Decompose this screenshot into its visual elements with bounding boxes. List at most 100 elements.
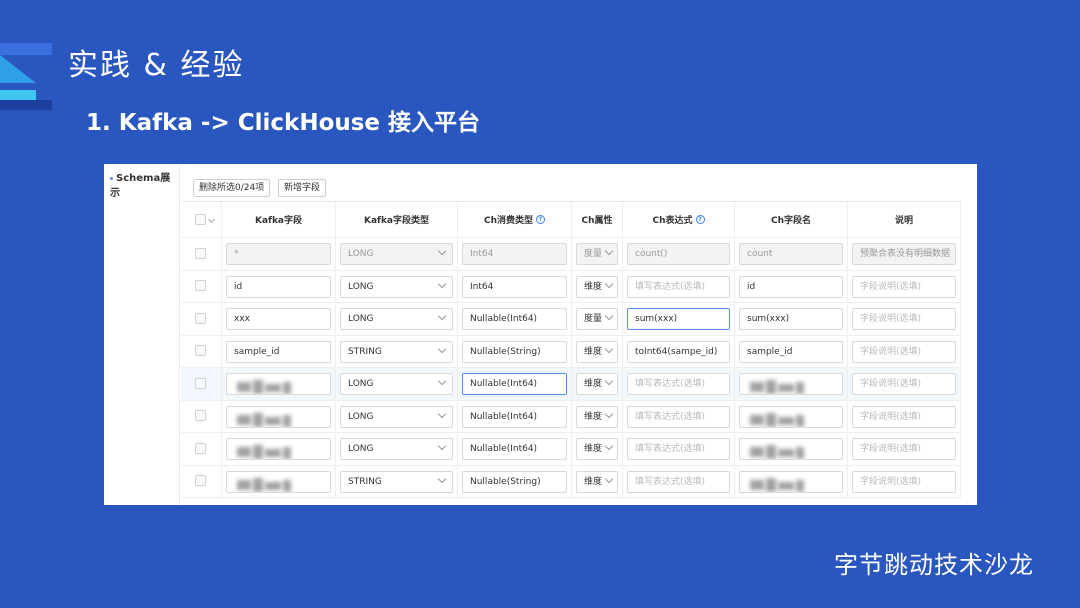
row-checkbox[interactable] (195, 345, 206, 357)
cell-value: count() (635, 249, 668, 259)
ch-expr-input[interactable]: toInt64(sampe_id) (627, 340, 730, 363)
ch-expr-input[interactable]: 填写表达式(选填) (627, 470, 730, 493)
ch-name-input[interactable] (739, 470, 843, 493)
row-checkbox[interactable] (195, 247, 206, 259)
header-cell: Ch表达式? (623, 202, 735, 237)
desc-input[interactable]: 字段说明(选填) (852, 275, 956, 298)
section-label[interactable]: Schema展示 (110, 169, 179, 199)
help-icon[interactable]: ? (695, 215, 705, 224)
ch-attr-select[interactable]: 维度 (576, 470, 618, 493)
kafka-type-select[interactable]: LONG (340, 243, 453, 265)
desc-input[interactable]: 字段说明(选填) (852, 308, 956, 330)
kafka-type-select[interactable]: LONG (340, 438, 453, 460)
ch-name-input[interactable] (739, 438, 843, 460)
ch-type-input[interactable]: Nullable(String) (462, 340, 567, 363)
ch-attr-select[interactable]: 维度 (576, 405, 618, 428)
ch-name-input[interactable]: sample_id (739, 340, 843, 363)
add-field-button[interactable]: 新增字段 (278, 179, 327, 197)
table-cell: 维度 (572, 368, 623, 400)
ch-name-input[interactable]: count (739, 243, 843, 265)
desc-input[interactable]: 字段说明(选填) (852, 373, 956, 395)
cell-value: LONG (348, 249, 374, 259)
chevron-down-icon (604, 311, 614, 321)
row-checkbox[interactable] (195, 280, 206, 292)
row-checkbox[interactable] (195, 442, 206, 454)
ch-type-input[interactable]: Int64 (462, 243, 567, 265)
help-icon[interactable]: ? (536, 215, 545, 224)
desc-input[interactable]: 字段说明(选填) (852, 405, 956, 428)
ch-expr-input[interactable]: 填写表达式(选填) (627, 405, 730, 428)
table-cell: STRING (336, 335, 458, 367)
ch-expr-input[interactable]: count() (627, 243, 730, 265)
cell-value: Int64 (470, 249, 494, 259)
ch-attr-select[interactable]: 维度 (576, 275, 618, 298)
cell-value: 字段说明(选填) (860, 444, 922, 454)
desc-input[interactable]: 字段说明(选填) (852, 438, 956, 460)
cell-value: LONG (348, 379, 374, 389)
desc-input[interactable]: 预聚合表没有明细数据 (852, 243, 956, 265)
kafka-field-input[interactable]: * (226, 243, 331, 265)
ch-type-input[interactable]: Nullable(Int64) (462, 405, 567, 428)
delete-selected-button[interactable]: 删除所选0/24项 (193, 179, 271, 197)
ch-type-input[interactable]: Nullable(Int64) (462, 373, 567, 395)
chevron-down-icon (604, 441, 614, 451)
chevron-down-icon (437, 441, 447, 451)
kafka-type-select[interactable]: LONG (340, 373, 453, 395)
ch-name-input[interactable]: id (739, 275, 843, 298)
ch-attr-select[interactable]: 度量 (576, 243, 618, 265)
cell-value: 字段说明(选填) (860, 281, 922, 292)
ch-attr-select[interactable]: 维度 (576, 438, 618, 460)
desc-input[interactable]: 字段说明(选填) (852, 340, 956, 363)
kafka-type-select[interactable]: STRING (340, 470, 453, 493)
table-cell: 预聚合表没有明细数据 (848, 238, 961, 270)
ch-expr-input[interactable]: 填写表达式(选填) (627, 438, 730, 460)
table-cell: 维度 (572, 270, 623, 302)
ch-expr-input[interactable]: sum(xxx) (627, 308, 730, 330)
ch-attr-select[interactable]: 维度 (576, 340, 618, 363)
ch-type-input[interactable]: Nullable(Int64) (462, 308, 567, 330)
kafka-type-select[interactable]: LONG (340, 405, 453, 428)
ch-expr-input[interactable]: 填写表达式(选填) (627, 275, 730, 298)
row-checkbox[interactable] (195, 312, 206, 324)
table-cell (735, 400, 848, 432)
kafka-type-select[interactable]: STRING (340, 340, 453, 363)
redacted-text (748, 445, 808, 459)
ch-type-input[interactable]: Nullable(String) (462, 470, 567, 493)
cell-value: sample_id (747, 346, 793, 357)
ch-type-input[interactable]: Int64 (462, 275, 567, 298)
ch-type-input[interactable]: Nullable(Int64) (462, 438, 567, 460)
kafka-field-input[interactable] (226, 438, 331, 460)
ch-name-input[interactable] (739, 405, 843, 428)
kafka-field-input[interactable] (226, 470, 331, 493)
ch-expr-input[interactable]: 填写表达式(选填) (627, 373, 730, 395)
row-checkbox[interactable] (195, 475, 206, 487)
schema-table: Kafka字段 Kafka字段类型 Ch消费类型? Ch属性 Ch表达式? Ch字段名 说明… (181, 201, 961, 498)
kafka-field-input[interactable]: xxx (226, 308, 331, 330)
kafka-field-input[interactable] (226, 405, 331, 428)
ch-attr-select[interactable]: 维度 (576, 373, 618, 395)
ch-name-input[interactable]: sum(xxx) (739, 308, 843, 330)
chevron-down-icon[interactable] (207, 215, 216, 224)
select-all-checkbox[interactable] (195, 213, 206, 225)
cell-value: 度量 (584, 314, 603, 324)
cell-value: 填写表达式(选填) (635, 444, 706, 454)
table-cell (181, 238, 222, 270)
row-checkbox[interactable] (195, 377, 206, 389)
ch-attr-select[interactable]: 度量 (576, 308, 618, 330)
desc-input[interactable]: 字段说明(选填) (852, 470, 956, 493)
row-checkbox[interactable] (195, 410, 206, 422)
slide-title: 实践 & 经验 (68, 48, 245, 83)
header-label: Kafka字段类型 (363, 216, 430, 226)
table-cell: 填写表达式(选填) (623, 465, 735, 497)
table-cell: 填写表达式(选填) (623, 368, 735, 400)
table-cell (735, 433, 848, 465)
table-cell: 维度 (572, 400, 623, 432)
header-cell: 说明 (848, 202, 961, 237)
ch-name-input[interactable] (739, 373, 843, 395)
cell-value: * (234, 249, 239, 259)
kafka-type-select[interactable]: LONG (340, 275, 453, 298)
kafka-field-input[interactable]: id (226, 275, 331, 298)
kafka-field-input[interactable]: sample_id (226, 340, 331, 363)
kafka-type-select[interactable]: LONG (340, 308, 453, 330)
kafka-field-input[interactable] (226, 373, 331, 395)
